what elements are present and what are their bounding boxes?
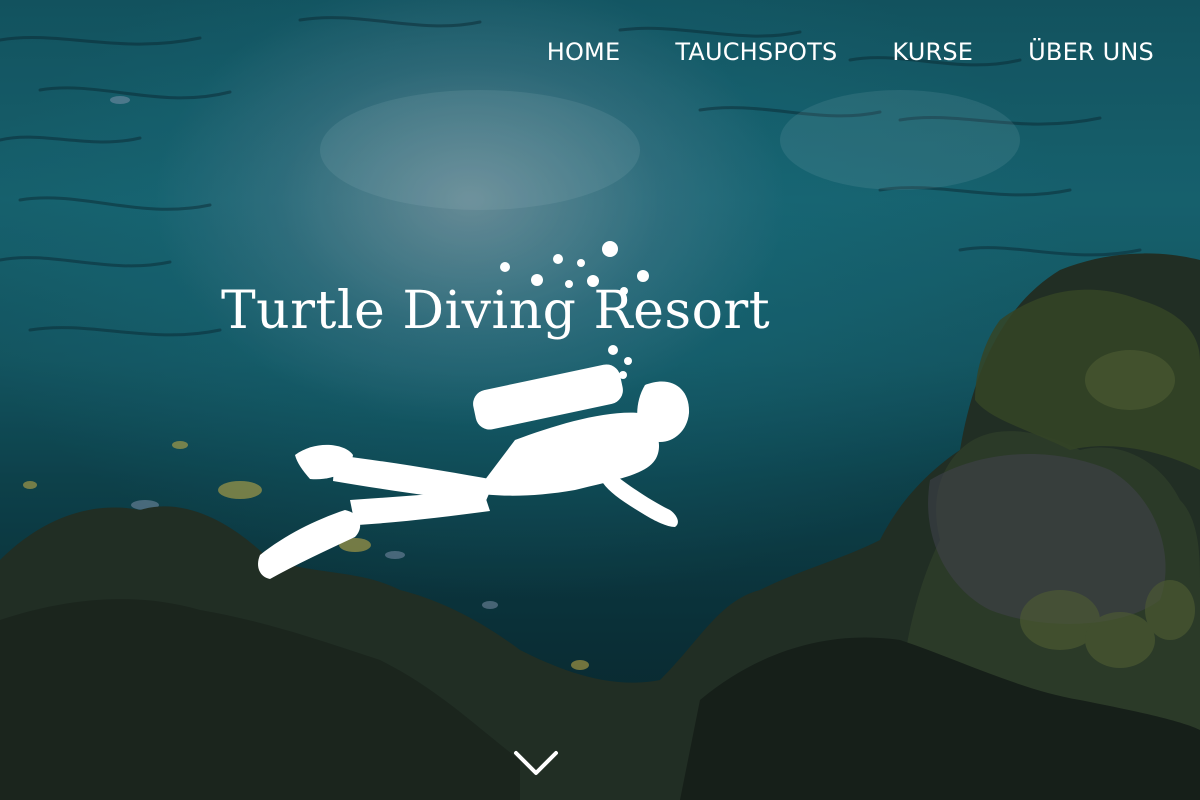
hero-section: HOME TAUCHSPOTS KURSE ÜBER UNS Turtle Di… [0,0,1200,800]
nav-item-ueber-uns[interactable]: ÜBER UNS [1028,38,1154,66]
main-nav: HOME TAUCHSPOTS KURSE ÜBER UNS [547,38,1154,66]
nav-item-tauchspots[interactable]: TAUCHSPOTS [675,38,837,66]
nav-item-home[interactable]: HOME [547,38,621,66]
brand-logo: Turtle Diving Resort [215,235,815,595]
brand-name: Turtle Diving Resort [221,281,771,341]
chevron-down-icon[interactable] [512,745,560,781]
nav-item-kurse[interactable]: KURSE [892,38,973,66]
